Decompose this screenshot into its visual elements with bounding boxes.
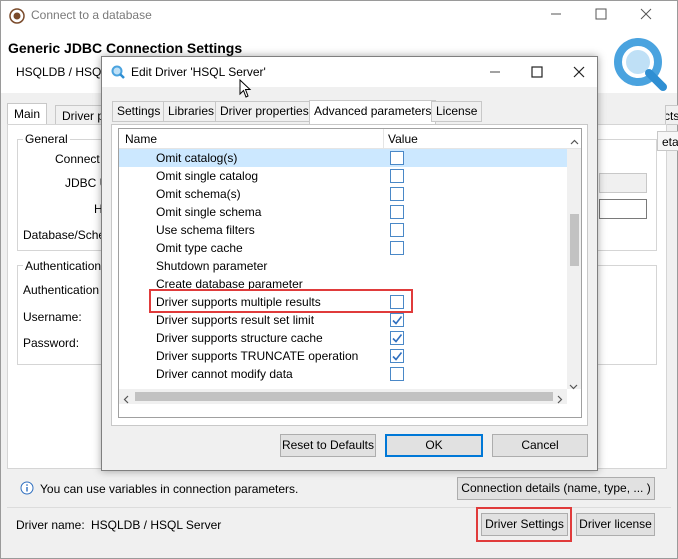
scroll-down-icon[interactable] — [569, 379, 578, 393]
dialog-minimize-button[interactable] — [475, 57, 515, 87]
parameter-name: Omit single catalog — [156, 169, 259, 183]
vertical-scrollbar-thumb[interactable] — [570, 214, 579, 266]
grid-header: Name Value — [119, 129, 581, 149]
dialog-titlebar: Edit Driver 'HSQL Server' — [102, 57, 597, 98]
tab-driver-properties-dialog[interactable]: Driver properties — [215, 101, 314, 122]
database-logo-icon — [613, 37, 669, 96]
parameter-name: Use schema filters — [156, 223, 255, 237]
column-divider — [383, 129, 384, 149]
database-schema-label: Database/Sche — [23, 228, 106, 242]
advanced-parameters-panel: Name Value Omit catalog(s) Omit single ca… — [111, 124, 588, 426]
outer-titlebar: Connect to a database — [1, 1, 677, 31]
scroll-right-icon[interactable] — [557, 393, 563, 407]
table-row[interactable]: Driver supports TRUNCATE operation — [119, 347, 567, 365]
jdbc-url-field[interactable] — [599, 173, 647, 193]
password-label: Password: — [23, 336, 80, 350]
table-row[interactable]: Driver cannot modify data — [119, 365, 567, 383]
tab-license[interactable]: License — [431, 101, 483, 122]
tab-libraries[interactable]: Libraries — [163, 101, 220, 122]
table-row[interactable]: Use schema filters — [119, 221, 567, 239]
dialog-maximize-button[interactable] — [521, 57, 561, 87]
outer-close-button[interactable] — [623, 0, 669, 29]
checkbox[interactable] — [390, 187, 404, 201]
tab-main[interactable]: Main — [7, 103, 48, 125]
general-label: General — [23, 132, 70, 146]
parameter-name: Omit single schema — [156, 205, 262, 219]
info-icon — [20, 481, 34, 498]
outer-maximize-button[interactable] — [578, 0, 624, 29]
driver-name-label: Driver name: — [16, 518, 85, 532]
parameter-rows: Omit catalog(s) Omit single catalog Omit s… — [119, 149, 567, 389]
horizontal-scrollbar[interactable] — [119, 389, 567, 404]
checkbox[interactable] — [390, 241, 404, 255]
right-panel-fragment: eta — [657, 131, 678, 151]
outer-minimize-button[interactable] — [533, 0, 579, 29]
scroll-left-icon[interactable] — [123, 393, 129, 407]
app-logo-icon — [9, 8, 25, 27]
tab-advanced-parameters[interactable]: Advanced parameters — [309, 100, 437, 125]
table-row[interactable]: Driver supports result set limit — [119, 311, 567, 329]
table-row[interactable]: Shutdown parameter — [119, 257, 567, 275]
parameter-name: Driver supports structure cache — [156, 331, 323, 345]
horizontal-scrollbar-thumb[interactable] — [135, 392, 553, 401]
table-row[interactable]: Omit type cache — [119, 239, 567, 257]
table-row[interactable]: Driver supports structure cache — [119, 329, 567, 347]
checkbox-checked[interactable] — [390, 349, 404, 363]
authentication-label: Authentication — [23, 283, 100, 297]
reset-to-defaults-button[interactable]: Reset to Defaults — [280, 434, 376, 457]
scroll-up-icon[interactable] — [570, 134, 579, 148]
username-label: Username: — [23, 310, 82, 324]
column-value-header[interactable]: Value — [388, 132, 418, 146]
dialog-logo-icon — [111, 65, 125, 82]
dialog-close-button[interactable] — [561, 57, 597, 87]
parameter-name: Driver supports TRUNCATE operation — [156, 349, 359, 363]
right-tab-fragment-label: cts — [666, 109, 678, 123]
connect-label: Connect — [55, 152, 100, 166]
right-panel-fragment-label: eta — [662, 135, 678, 149]
parameter-name: Omit type cache — [156, 241, 243, 255]
info-text: You can use variables in connection para… — [40, 482, 299, 496]
table-row[interactable]: Omit single catalog — [119, 167, 567, 185]
host-field[interactable] — [599, 199, 647, 219]
page-subtitle: HSQLDB / HSQL — [16, 65, 109, 79]
column-name-header[interactable]: Name — [125, 132, 157, 146]
driver-name-value: HSQLDB / HSQL Server — [91, 518, 222, 532]
parameter-name: Shutdown parameter — [156, 259, 268, 273]
dialog-title: Edit Driver 'HSQL Server' — [131, 65, 266, 79]
checkbox[interactable] — [390, 205, 404, 219]
right-tab-fragment[interactable]: cts — [665, 105, 678, 125]
parameter-name: Driver cannot modify data — [156, 367, 293, 381]
parameter-name: Omit catalog(s) — [156, 151, 238, 165]
driver-settings-button[interactable]: Driver Settings — [481, 513, 568, 536]
outer-window-title: Connect to a database — [31, 8, 152, 22]
parameter-name: Omit schema(s) — [156, 187, 241, 201]
cancel-button[interactable]: Cancel — [492, 434, 588, 457]
edit-driver-dialog: Edit Driver 'HSQL Server' Settings Libra… — [101, 56, 598, 471]
checkbox[interactable] — [390, 151, 404, 165]
connection-details-button[interactable]: Connection details (name, type, ... ) — [457, 477, 655, 500]
table-row[interactable]: Omit schema(s) — [119, 185, 567, 203]
vertical-scrollbar[interactable] — [567, 149, 581, 390]
checkbox-checked[interactable] — [390, 331, 404, 345]
parameter-name: Driver supports result set limit — [156, 313, 315, 327]
tab-settings[interactable]: Settings — [112, 101, 166, 122]
parameters-grid[interactable]: Name Value Omit catalog(s) Omit single ca… — [118, 128, 582, 418]
checkbox-checked[interactable] — [390, 313, 404, 327]
table-row[interactable]: Omit catalog(s) — [119, 149, 567, 167]
ok-button[interactable]: OK — [385, 434, 483, 457]
driver-license-button[interactable]: Driver license — [576, 513, 655, 536]
table-row[interactable]: Omit single schema — [119, 203, 567, 221]
checkbox[interactable] — [390, 169, 404, 183]
checkbox[interactable] — [390, 367, 404, 381]
authentication-group-label: Authentication — [23, 259, 104, 273]
checkbox[interactable] — [390, 223, 404, 237]
table-row[interactable]: Driver supports multiple results — [119, 289, 567, 313]
highlight-box — [149, 289, 413, 313]
page-title: Generic JDBC Connection Settings — [8, 40, 243, 56]
mouse-cursor-icon — [239, 78, 253, 102]
